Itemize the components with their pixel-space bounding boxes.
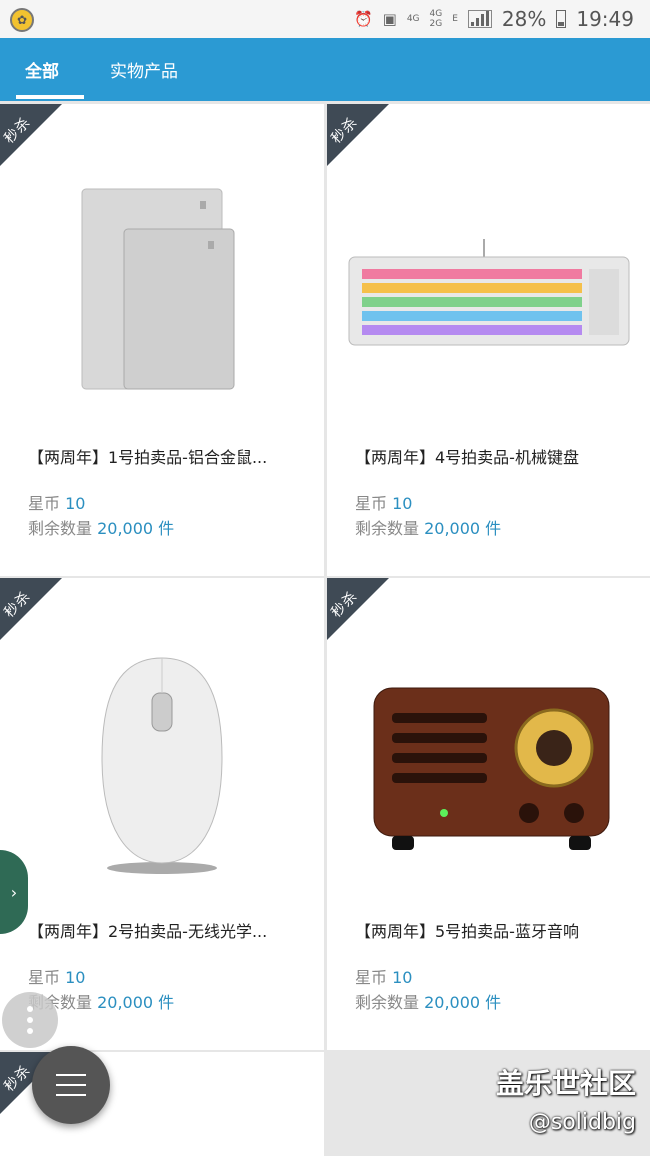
product-card[interactable]: 秒杀 【两周年】4号拍卖品-机械键盘 星币 10 剩余数量 20,000 件	[327, 104, 650, 576]
floating-menu-button[interactable]	[32, 1046, 110, 1124]
product-image-mouse[interactable]	[0, 618, 324, 908]
product-title: 【两周年】5号拍卖品-蓝牙音响	[355, 922, 579, 941]
more-options-button[interactable]	[2, 992, 58, 1048]
product-price: 星币 10	[28, 494, 86, 513]
network-dual-icon: 4G 2G	[429, 9, 443, 29]
data-type-label: E	[452, 14, 458, 24]
product-price: 星币 10	[28, 968, 86, 987]
network-4g-icon: 4G	[406, 14, 420, 24]
signal-icon	[467, 10, 492, 28]
product-stock: 剩余数量 20,000 件	[355, 993, 502, 1012]
active-tab-indicator	[16, 95, 84, 99]
category-tab-bar: 全部 实物产品	[0, 38, 650, 101]
tab-physical-products[interactable]: 实物产品	[92, 38, 196, 101]
product-title: 【两周年】1号拍卖品-铝合金鼠...	[28, 448, 268, 467]
status-bar: ✿ ⏰ ▣ 4G 4G 2G E 28% 19:49	[0, 0, 650, 38]
watermark: 盖乐世社区 @solidbig	[496, 1062, 636, 1135]
clock: 19:49	[576, 7, 634, 31]
product-price: 星币 10	[355, 494, 413, 513]
notification-app-icon: ✿	[10, 8, 34, 32]
product-title: 【两周年】2号拍卖品-无线光学...	[28, 922, 268, 941]
product-stock: 剩余数量 20,000 件	[28, 519, 175, 538]
watermark-user: @solidbig	[528, 1110, 636, 1135]
tab-all[interactable]: 全部	[0, 38, 84, 101]
hamburger-icon	[56, 1074, 86, 1076]
sim-card-icon: ▣	[382, 10, 397, 28]
watermark-title: 盖乐世社区	[495, 1067, 636, 1100]
product-image-keyboard[interactable]	[327, 144, 650, 434]
product-image-mousepad[interactable]	[0, 144, 324, 434]
product-image-radio-speaker[interactable]	[327, 618, 650, 908]
product-card[interactable]: 秒杀 【两周年】5号拍卖品-蓝牙音响 星币 10 剩余数量 20,000 件	[327, 578, 650, 1050]
chevron-right-icon: ›	[10, 882, 18, 902]
product-card[interactable]: 秒杀 【两周年】1号拍卖品-铝合金鼠... 星币 10 剩余数量 20,000 …	[0, 104, 324, 576]
more-dots-icon	[27, 1006, 33, 1012]
battery-icon	[556, 10, 567, 28]
status-icons: ⏰ ▣ 4G 4G 2G E 28% 19:49	[354, 0, 634, 38]
product-title: 【两周年】4号拍卖品-机械键盘	[355, 448, 579, 467]
product-card[interactable]: 秒杀 【两周年】2号拍卖品-无线光学... 星币 10 剩余数量 20,000 …	[0, 578, 324, 1050]
battery-percent: 28%	[501, 7, 547, 31]
product-stock: 剩余数量 20,000 件	[355, 519, 502, 538]
alarm-icon: ⏰	[353, 10, 373, 28]
product-price: 星币 10	[355, 968, 413, 987]
